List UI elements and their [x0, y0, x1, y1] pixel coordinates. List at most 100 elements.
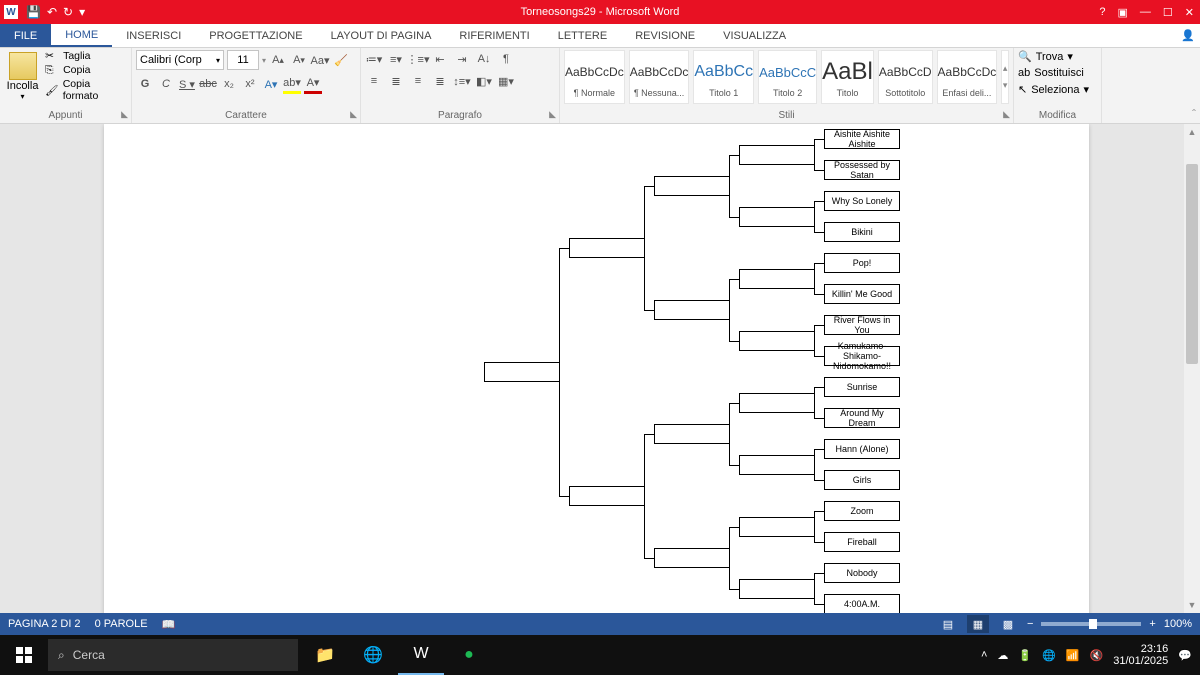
- qat-customize-icon[interactable]: ▾: [79, 5, 85, 19]
- paragraph-dialog-launcher[interactable]: ◣: [549, 109, 556, 120]
- bracket-slot[interactable]: [569, 486, 645, 506]
- bracket-song-7[interactable]: Kamukamo-Shikamo-Nidomokamo!!: [824, 346, 900, 366]
- copy-button[interactable]: ⎘Copia: [45, 64, 127, 76]
- zoom-in-button[interactable]: +: [1149, 618, 1155, 630]
- scrollbar-thumb[interactable]: [1186, 164, 1198, 364]
- tray-wifi-icon[interactable]: 📶: [1066, 649, 1080, 662]
- style-enfasi-deli-[interactable]: AaBbCcDcEnfasi deli...: [937, 50, 998, 104]
- tab-layout[interactable]: LAYOUT DI PAGINA: [317, 24, 446, 47]
- sort-button[interactable]: A↓: [475, 50, 493, 68]
- font-name-combo[interactable]: Calibri (Corp▾: [136, 50, 224, 70]
- shading-button[interactable]: ◧▾: [475, 72, 493, 90]
- italic-button[interactable]: C: [157, 74, 175, 94]
- tab-references[interactable]: RIFERIMENTI: [445, 24, 543, 47]
- bracket-slot[interactable]: [654, 300, 730, 320]
- close-icon[interactable]: ✕: [1185, 6, 1194, 19]
- superscript-button[interactable]: x²: [241, 74, 259, 94]
- proofing-icon[interactable]: 📖: [162, 618, 176, 631]
- redo-icon[interactable]: ↻: [63, 5, 73, 19]
- subscript-button[interactable]: x₂: [220, 74, 238, 94]
- select-button[interactable]: ↖Seleziona ▾: [1018, 83, 1089, 96]
- word-count[interactable]: 0 PAROLE: [95, 618, 148, 631]
- bracket-song-6[interactable]: River Flows in You: [824, 315, 900, 335]
- bracket-song-3[interactable]: Bikini: [824, 222, 900, 242]
- bracket-slot[interactable]: [569, 238, 645, 258]
- minimize-icon[interactable]: —: [1140, 6, 1151, 18]
- tray-clock[interactable]: 23:16 31/01/2025: [1113, 643, 1168, 667]
- show-marks-button[interactable]: ¶: [497, 50, 515, 68]
- bracket-song-13[interactable]: Fireball: [824, 532, 900, 552]
- grow-font-button[interactable]: A▴: [269, 50, 287, 70]
- bracket-slot[interactable]: [739, 269, 815, 289]
- maximize-icon[interactable]: ☐: [1163, 6, 1173, 19]
- styles-more-button[interactable]: ▴▾: [1001, 50, 1009, 104]
- bold-button[interactable]: G: [136, 74, 154, 94]
- tab-view[interactable]: VISUALIZZA: [709, 24, 800, 47]
- clear-format-button[interactable]: 🧹: [332, 50, 350, 70]
- document-page[interactable]: Aishite Aishite Aishite Possessed by Sata…: [104, 124, 1089, 613]
- task-word[interactable]: W: [398, 635, 444, 675]
- save-icon[interactable]: 💾: [26, 5, 41, 19]
- print-layout-button[interactable]: ▦: [967, 615, 989, 633]
- strike-button[interactable]: abc: [199, 74, 217, 94]
- tray-battery-icon[interactable]: 🔋: [1018, 649, 1032, 662]
- bracket-song-5[interactable]: Killin' Me Good: [824, 284, 900, 304]
- multilevel-button[interactable]: ⋮≡▾: [409, 50, 427, 68]
- shrink-font-button[interactable]: A▾: [290, 50, 308, 70]
- tab-review[interactable]: REVISIONE: [621, 24, 709, 47]
- tab-design[interactable]: PROGETTAZIONE: [195, 24, 316, 47]
- bracket-slot[interactable]: [739, 331, 815, 351]
- find-button[interactable]: 🔍Trova ▾: [1018, 50, 1073, 63]
- inc-indent-button[interactable]: ⇥: [453, 50, 471, 68]
- bracket-slot[interactable]: [739, 579, 815, 599]
- bracket-slot[interactable]: [739, 455, 815, 475]
- bracket-slot[interactable]: [654, 548, 730, 568]
- bracket-song-0[interactable]: Aishite Aishite Aishite: [824, 129, 900, 149]
- font-size-combo[interactable]: 11: [227, 50, 259, 70]
- bracket-song-10[interactable]: Hann (Alone): [824, 439, 900, 459]
- web-layout-button[interactable]: ▩: [997, 615, 1019, 633]
- undo-icon[interactable]: ↶: [47, 5, 57, 19]
- bracket-slot[interactable]: [484, 362, 560, 382]
- task-explorer[interactable]: 📁: [302, 635, 348, 675]
- bracket-song-1[interactable]: Possessed by Satan: [824, 160, 900, 180]
- font-dialog-launcher[interactable]: ◣: [350, 109, 357, 120]
- bracket-song-4[interactable]: Pop!: [824, 253, 900, 273]
- style-sottotitolo[interactable]: AaBbCcDSottotitolo: [878, 50, 933, 104]
- help-icon[interactable]: ?: [1099, 6, 1105, 18]
- ribbon-options-icon[interactable]: ▣: [1118, 6, 1128, 19]
- bracket-slot[interactable]: [654, 424, 730, 444]
- highlight-button[interactable]: ab▾: [283, 74, 301, 94]
- tray-lang-icon[interactable]: 🌐: [1042, 649, 1056, 662]
- dec-indent-button[interactable]: ⇤: [431, 50, 449, 68]
- zoom-knob[interactable]: [1089, 619, 1097, 629]
- task-spotify[interactable]: ●: [446, 635, 492, 675]
- bullets-button[interactable]: ≔▾: [365, 50, 383, 68]
- page-indicator[interactable]: PAGINA 2 DI 2: [8, 618, 81, 631]
- tab-insert[interactable]: INSERISCI: [112, 24, 195, 47]
- scroll-up-icon[interactable]: ▲: [1184, 124, 1200, 140]
- bracket-song-15[interactable]: 4:00A.M.: [824, 594, 900, 613]
- tab-home[interactable]: HOME: [51, 24, 112, 47]
- bracket-slot[interactable]: [739, 517, 815, 537]
- read-mode-button[interactable]: ▤: [937, 615, 959, 633]
- bracket-song-2[interactable]: Why So Lonely: [824, 191, 900, 211]
- line-spacing-button[interactable]: ↕≡▾: [453, 72, 471, 90]
- collapse-ribbon-button[interactable]: ˆ: [1192, 107, 1196, 121]
- borders-button[interactable]: ▦▾: [497, 72, 515, 90]
- align-center-button[interactable]: ≣: [387, 72, 405, 90]
- align-right-button[interactable]: ≡: [409, 72, 427, 90]
- scroll-down-icon[interactable]: ▼: [1184, 597, 1200, 613]
- format-painter-button[interactable]: 🖌Copia formato: [45, 78, 127, 102]
- font-color-button[interactable]: A▾: [304, 74, 322, 94]
- start-button[interactable]: [0, 635, 48, 675]
- user-icon[interactable]: 👤: [1176, 24, 1200, 47]
- tab-file[interactable]: FILE: [0, 24, 51, 47]
- bracket-song-11[interactable]: Girls: [824, 470, 900, 490]
- replace-button[interactable]: abSostituisci: [1018, 67, 1084, 79]
- task-chrome[interactable]: 🌐: [350, 635, 396, 675]
- bracket-slot[interactable]: [739, 145, 815, 165]
- cut-button[interactable]: ✂Taglia: [45, 50, 127, 62]
- bracket-song-8[interactable]: Sunrise: [824, 377, 900, 397]
- style--nessuna-[interactable]: AaBbCcDc¶ Nessuna...: [629, 50, 690, 104]
